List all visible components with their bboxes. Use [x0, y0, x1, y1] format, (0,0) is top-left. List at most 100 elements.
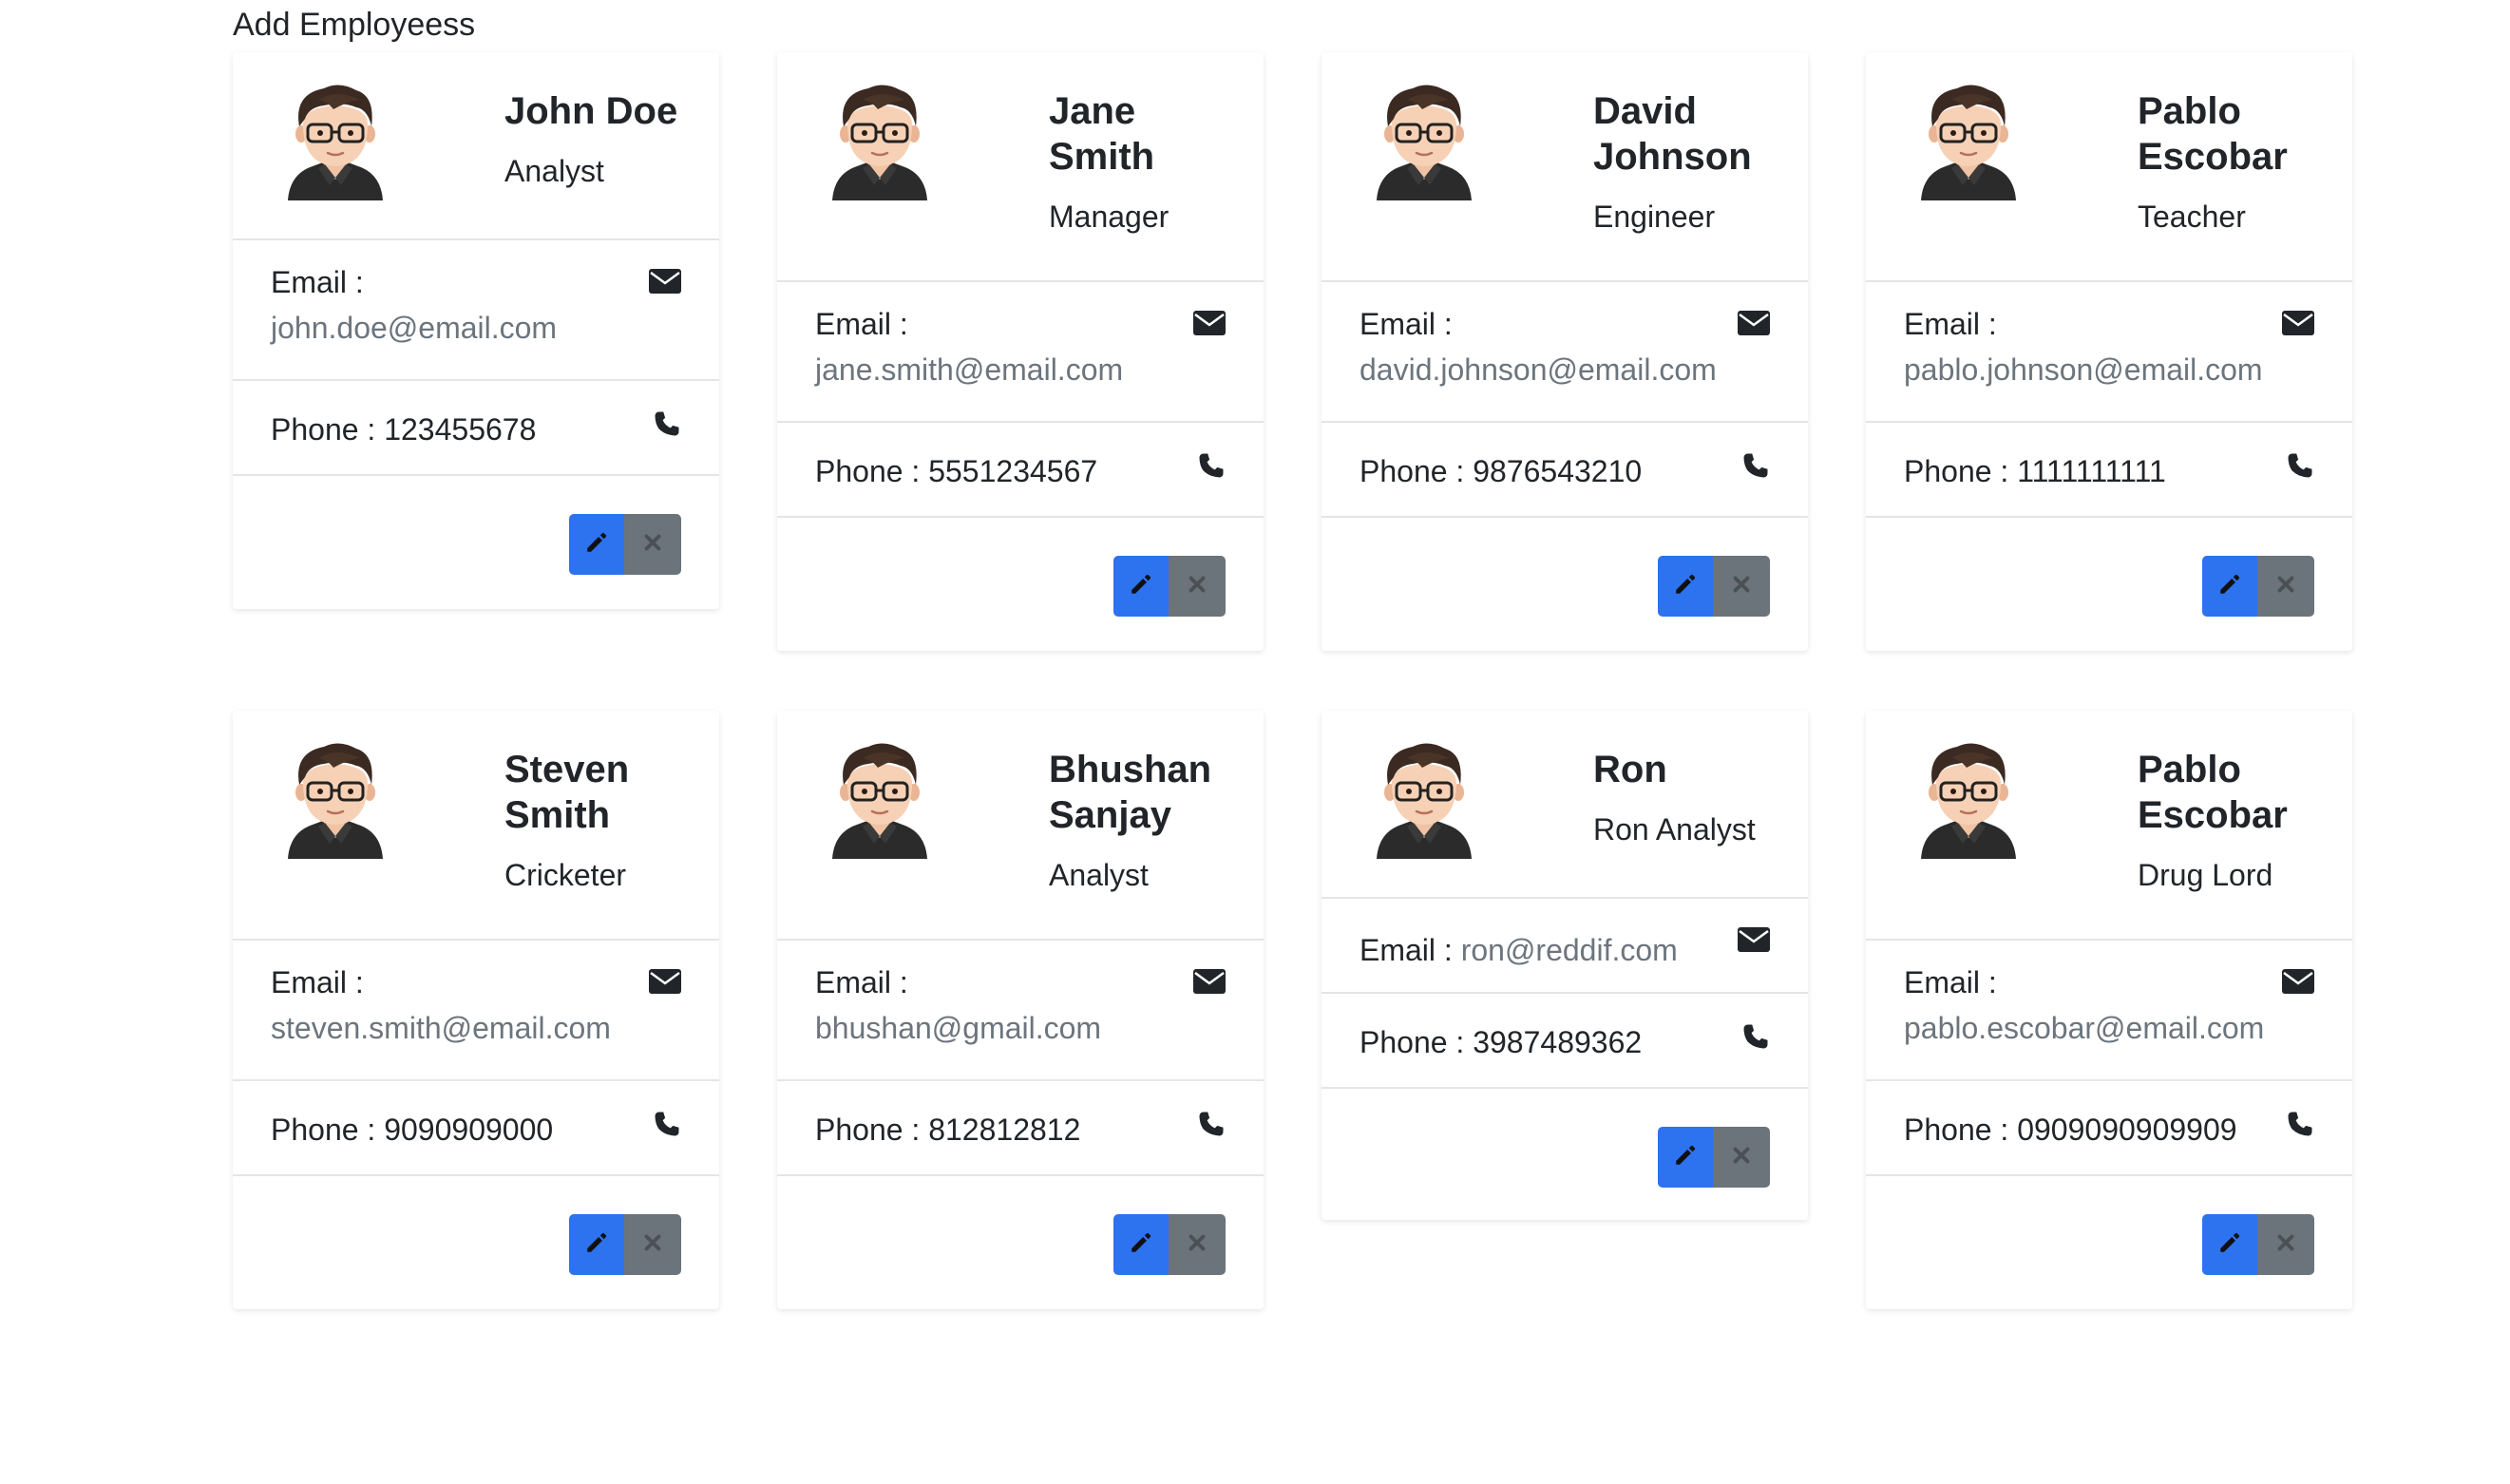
pencil-icon: [584, 1230, 609, 1260]
edit-button[interactable]: [1658, 556, 1713, 617]
envelope-icon: [1193, 311, 1226, 335]
edit-button[interactable]: [569, 514, 624, 575]
card-footer: [777, 1174, 1264, 1309]
delete-button[interactable]: [2257, 1214, 2314, 1275]
phone-text: Phone : 9090909000: [271, 1107, 553, 1152]
user-avatar: [1913, 739, 2024, 859]
email-text: Email : ron@reddif.com: [1360, 927, 1678, 973]
close-icon: [640, 530, 665, 560]
card-header: Jane Smith Manager: [777, 52, 1264, 280]
card-footer: [1322, 516, 1808, 651]
edit-button[interactable]: [2202, 556, 2257, 617]
email-text: Email : steven.smith@email.com: [271, 960, 611, 1051]
phone-text: Phone : 5551234567: [815, 448, 1097, 494]
close-icon: [1729, 572, 1754, 601]
delete-button[interactable]: [1169, 1214, 1226, 1275]
email-label: Email :: [1360, 307, 1453, 341]
delete-button[interactable]: [624, 514, 681, 575]
envelope-icon: [1738, 927, 1770, 952]
edit-button[interactable]: [1113, 1214, 1169, 1275]
card-footer: [777, 516, 1264, 651]
phone-row: Phone : 9090909000: [233, 1079, 719, 1174]
phone-label: Phone :: [1904, 1113, 2009, 1147]
envelope-icon: [2282, 969, 2314, 994]
email-value: bhushan@gmail.com: [815, 1011, 1102, 1045]
delete-button[interactable]: [1713, 556, 1770, 617]
email-value: jane.smith@email.com: [815, 352, 1124, 387]
email-row: Email : ron@reddif.com: [1322, 897, 1808, 992]
phone-icon: [1197, 451, 1226, 480]
email-label: Email :: [815, 965, 908, 999]
phone-label: Phone :: [1360, 454, 1465, 488]
user-avatar: [825, 739, 935, 859]
employee-name: Pablo Escobar: [2138, 90, 2288, 178]
phone-row: Phone : 9876543210: [1322, 421, 1808, 516]
phone-row: Phone : 1111111111: [1866, 421, 2352, 516]
pencil-icon: [1129, 572, 1153, 601]
phone-row: Phone : 123455678: [233, 379, 719, 474]
email-row: Email : john.doe@email.com: [233, 238, 719, 379]
delete-button[interactable]: [1169, 556, 1226, 617]
pencil-icon: [1129, 1230, 1153, 1260]
employee-role: Teacher: [2138, 200, 2246, 234]
action-buttons: [2202, 556, 2314, 617]
phone-text: Phone : 1111111111: [1904, 448, 2166, 494]
delete-button[interactable]: [1713, 1127, 1770, 1188]
employee-card: John Doe Analyst Email : john.doe@email.com…: [233, 52, 719, 609]
card-footer: [1322, 1087, 1808, 1222]
email-row: Email : pablo.escobar@email.com: [1866, 939, 2352, 1079]
email-value: pablo.escobar@email.com: [1904, 1011, 2265, 1045]
card-header: Pablo Escobar Teacher: [1866, 52, 2352, 280]
phone-text: Phone : 123455678: [271, 407, 536, 452]
envelope-icon: [649, 269, 681, 294]
add-employees-link[interactable]: Add Employeess: [233, 4, 475, 46]
email-row: Email : jane.smith@email.com: [777, 280, 1264, 421]
close-icon: [1185, 572, 1209, 601]
card-footer: [1866, 1174, 2352, 1309]
close-icon: [1185, 1230, 1209, 1260]
email-value: david.johnson@email.com: [1360, 352, 1717, 387]
email-label: Email :: [271, 265, 364, 299]
edit-button[interactable]: [1113, 556, 1169, 617]
user-avatar: [280, 81, 390, 200]
pencil-icon: [2217, 1230, 2242, 1260]
action-buttons: [1658, 1127, 1770, 1188]
employee-name: Ron: [1593, 749, 1667, 790]
envelope-icon: [2282, 311, 2314, 335]
phone-row: Phone : 812812812: [777, 1079, 1264, 1174]
email-value: pablo.johnson@email.com: [1904, 352, 2263, 387]
card-footer: [233, 474, 719, 609]
close-icon: [640, 1230, 665, 1260]
email-text: Email : jane.smith@email.com: [815, 301, 1123, 392]
user-avatar: [280, 739, 390, 859]
phone-value: 5551234567: [928, 454, 1098, 488]
action-buttons: [569, 514, 681, 575]
employee-info: Jane Smith Manager: [1049, 88, 1248, 236]
email-label: Email :: [815, 307, 908, 341]
pencil-icon: [1673, 1143, 1698, 1172]
delete-button[interactable]: [624, 1214, 681, 1275]
phone-value: 9090909000: [384, 1113, 554, 1147]
phone-label: Phone :: [1904, 454, 2009, 488]
card-header: Ron Ron Analyst: [1322, 711, 1808, 897]
edit-button[interactable]: [2202, 1214, 2257, 1275]
phone-icon: [1197, 1110, 1226, 1138]
card-footer: [233, 1174, 719, 1309]
user-avatar: [1913, 81, 2024, 200]
employee-name: John Doe: [504, 90, 678, 132]
envelope-icon: [1738, 311, 1770, 335]
employee-role: Analyst: [504, 154, 604, 188]
phone-value: 1111111111: [2017, 454, 2166, 488]
email-text: Email : david.johnson@email.com: [1360, 301, 1717, 392]
phone-value: 0909090909909: [2017, 1113, 2237, 1147]
phone-value: 812812812: [928, 1113, 1081, 1147]
edit-button[interactable]: [569, 1214, 624, 1275]
phone-icon: [1741, 451, 1770, 480]
delete-button[interactable]: [2257, 556, 2314, 617]
edit-button[interactable]: [1658, 1127, 1713, 1188]
envelope-icon: [649, 969, 681, 994]
employee-role: Manager: [1049, 200, 1169, 234]
employee-card: Steven Smith Cricketer Email : steven.smith…: [233, 711, 719, 1309]
email-label: Email :: [271, 965, 364, 999]
pencil-icon: [2217, 572, 2242, 601]
